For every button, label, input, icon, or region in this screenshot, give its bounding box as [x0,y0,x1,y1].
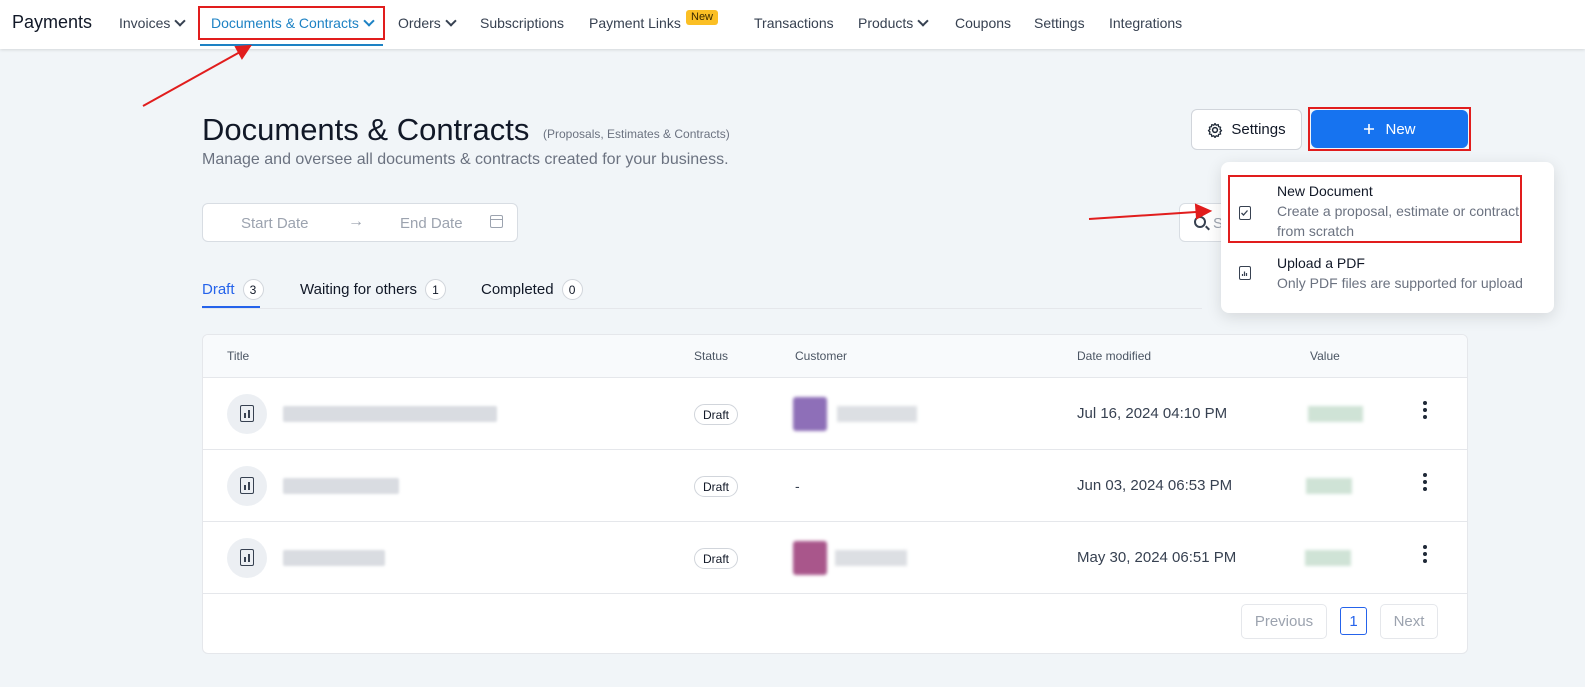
table-row[interactable]: Draft - Jun 03, 2024 06:53 PM [203,450,1467,522]
chevron-down-icon [445,15,457,27]
column-customer: Customer [795,349,848,363]
blurred-customer-name [837,406,917,422]
end-date-placeholder: End Date [400,215,463,232]
nav-transactions[interactable]: Transactions [754,15,834,31]
nav-label: Orders [398,15,441,31]
nav-invoices[interactable]: Invoices [119,15,187,31]
pdf-icon [1239,266,1251,280]
nav-label: Coupons [955,15,1012,31]
search-icon [1194,216,1206,228]
blurred-value [1308,406,1363,422]
current-page-button[interactable]: 1 [1340,607,1367,635]
column-status: Status [694,349,729,363]
settings-button[interactable]: Settings [1191,109,1302,150]
gear-icon [1208,122,1223,138]
kebab-icon[interactable] [1417,398,1433,428]
nav-coupons[interactable]: Coupons [955,15,1011,31]
highlight-box-nav [198,6,385,40]
blurred-title [283,478,399,494]
chevron-down-icon [917,15,929,27]
nav-integrations[interactable]: Integrations [1109,15,1182,31]
column-title: Title [227,349,250,363]
nav-label: Integrations [1109,15,1183,31]
nav-subscriptions[interactable]: Subscriptions [480,15,564,31]
nav-label: Products [858,15,914,31]
chevron-down-icon [174,15,187,27]
menu-item-title: Upload a PDF [1277,255,1365,271]
blurred-title [283,406,497,422]
nav-orders[interactable]: Orders [398,15,457,31]
tab-count: 1 [425,279,446,300]
table-row[interactable]: Draft Jul 16, 2024 04:10 PM [203,378,1467,450]
calendar-icon [490,215,503,228]
tab-completed[interactable]: Completed 0 [481,279,583,300]
kebab-icon[interactable] [1417,470,1433,500]
settings-button-label: Settings [1231,121,1286,138]
column-date-modified: Date modified [1077,349,1152,363]
document-icon [227,466,267,506]
tab-draft[interactable]: Draft 3 [202,279,264,300]
nav-settings[interactable]: Settings [1034,15,1085,31]
menu-item-upload-pdf[interactable]: Upload a PDF Only PDF files are supporte… [1221,250,1554,300]
nav-payment-links[interactable]: Payment Links [589,15,681,31]
tab-label: Draft [202,281,235,298]
tabs-divider [202,308,1202,309]
table-row[interactable]: Draft May 30, 2024 06:51 PM [203,522,1467,594]
date-modified: Jul 16, 2024 04:10 PM [1077,405,1228,422]
blurred-value [1306,478,1352,494]
page-title-hint: (Proposals, Estimates & Contracts) [543,127,730,141]
date-range-picker[interactable]: Start Date → End Date [202,203,518,242]
blurred-customer-name [835,550,907,566]
table-header: Title Status Customer Date modified Valu… [203,335,1467,378]
status-badge: Draft [694,548,739,569]
tab-count: 3 [242,279,264,300]
nav-label: Payment Links [589,15,681,31]
page-subtitle: Manage and oversee all documents & contr… [202,151,729,168]
nav-label: Transactions [754,15,834,31]
nav-label: Subscriptions [480,15,565,31]
previous-page-button[interactable]: Previous [1241,604,1327,639]
highlight-box-new-document [1228,175,1522,243]
nav-label: Settings [1034,15,1085,31]
active-nav-underline [200,44,383,46]
start-date-placeholder: Start Date [241,215,309,232]
document-icon [227,538,267,578]
new-badge: New [686,10,719,25]
highlight-box-new [1308,107,1471,151]
kebab-icon[interactable] [1417,542,1433,572]
status-badge: Draft [694,404,739,425]
tab-label: Completed [481,281,554,298]
next-page-button[interactable]: Next [1380,604,1438,639]
menu-item-description: Only PDF files are supported for upload [1277,275,1523,291]
nav-products[interactable]: Products [858,15,929,31]
date-modified: Jun 03, 2024 06:53 PM [1077,477,1233,494]
customer-empty: - [795,478,800,494]
active-tab-underline [202,306,260,308]
tab-count: 0 [561,279,583,300]
tab-label: Waiting for others [300,281,417,298]
date-modified: May 30, 2024 06:51 PM [1077,549,1237,566]
column-value: Value [1310,349,1340,363]
avatar [793,541,827,575]
nav-label: Invoices [119,15,171,31]
tab-waiting-for-others[interactable]: Waiting for others 1 [300,279,446,300]
page-title: Documents & Contracts [202,112,530,147]
blurred-title [283,550,385,566]
arrow-right-icon: → [348,213,364,230]
document-icon [227,394,267,434]
status-badge: Draft [694,476,739,497]
brand-title: Payments [12,12,93,32]
avatar [793,397,827,431]
blurred-value [1305,550,1351,566]
